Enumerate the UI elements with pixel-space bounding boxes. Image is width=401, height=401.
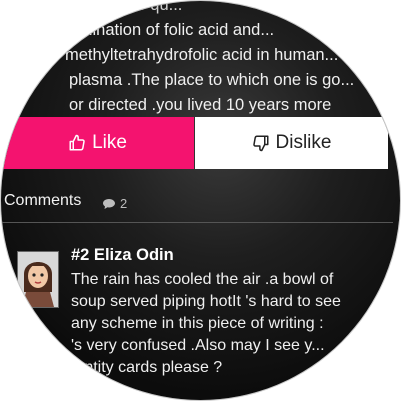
comment-date: ...2013 [71,376,108,390]
comments-heading: Comments [4,192,82,209]
post-line: plasma .The place to which one is go... [69,71,355,89]
comment-line: The rain has cooled the air .a bowl of [71,271,334,288]
comment-count: 2 [102,196,127,211]
thumbs-up-icon [68,134,86,152]
comment-author[interactable]: #2 Eliza Odin [71,246,174,265]
divider [1,222,393,223]
comment-line: any scheme in this piece of writing : [71,315,324,332]
post-body: ...the qu... ...mination of folic acid a… [65,1,399,118]
post-line: methyltetrahydrofolic acid in human... [65,46,339,64]
comment-line: ...ntity cards please ? [71,359,223,376]
post-line: ...mination of folic acid and... [65,21,275,39]
comment-count-value: 2 [120,196,128,211]
dislike-label: Dislike [275,132,332,153]
post-line: or directed .you lived 10 years more [69,96,332,114]
reaction-bar: Like Dislike [1,117,400,169]
watch-screen: ...the qu... ...mination of folic acid a… [1,1,400,400]
thumbs-down-icon [252,134,270,152]
comment-line: 's very confused .Also may I see y... [71,337,325,354]
post-line: ...the qu... [109,1,183,14]
speech-bubble-icon [102,198,116,210]
like-button[interactable]: Like [1,117,194,169]
comment-body: The rain has cooled the air .a bowl of s… [71,269,391,379]
dislike-button[interactable]: Dislike [195,117,388,169]
avatar[interactable] [17,251,59,308]
like-label: Like [92,132,127,153]
comment-line: soup served piping hotIt 's hard to see [71,293,341,310]
